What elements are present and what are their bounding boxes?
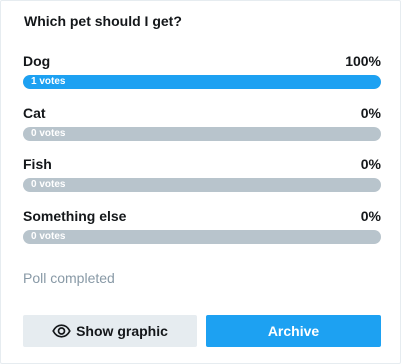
eye-icon	[52, 324, 71, 338]
option-percent: 100%	[345, 53, 381, 69]
option-label: Something else	[23, 208, 127, 224]
option-votes: 0 votes	[31, 231, 66, 242]
archive-button[interactable]: Archive	[206, 315, 381, 347]
show-graphic-button[interactable]: Show graphic	[23, 315, 197, 347]
option-bar: 0 votes	[23, 230, 381, 244]
option-label: Dog	[23, 53, 51, 69]
option-bar: 1 votes	[23, 75, 381, 89]
option-percent: 0%	[360, 208, 381, 224]
option-percent: 0%	[360, 105, 381, 121]
option-votes: 1 votes	[31, 76, 66, 87]
show-graphic-label: Show graphic	[76, 323, 168, 339]
option-bar: 0 votes	[23, 178, 381, 192]
option-label: Fish	[23, 156, 52, 172]
poll-status: Poll completed	[23, 270, 115, 286]
option-percent: 0%	[360, 156, 381, 172]
option-votes: 0 votes	[31, 128, 66, 139]
option-bar-fill	[23, 75, 381, 89]
option-votes: 0 votes	[31, 179, 66, 190]
archive-label: Archive	[267, 323, 320, 339]
poll-card: Which pet should I get? Dog 100% 1 votes…	[0, 0, 401, 364]
option-label: Cat	[23, 105, 46, 121]
poll-question: Which pet should I get?	[24, 13, 182, 29]
option-bar: 0 votes	[23, 127, 381, 141]
